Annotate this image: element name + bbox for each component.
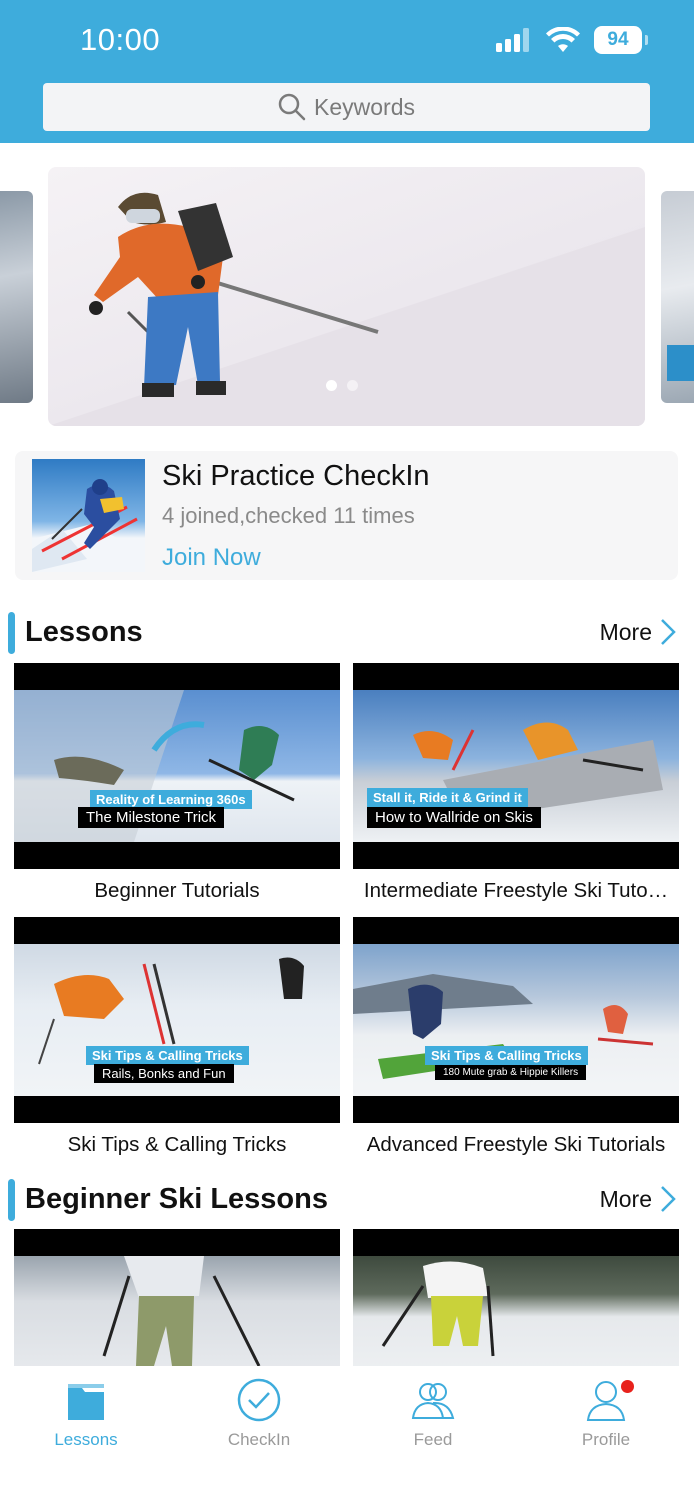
caption-text: The Milestone Trick bbox=[78, 807, 225, 828]
lesson-card[interactable]: Reality of Learning 360s The Milestone T… bbox=[14, 663, 340, 903]
lessons-section-header: Lessons More bbox=[0, 612, 694, 656]
caption-label: Ski Tips & Calling Tricks bbox=[425, 1046, 588, 1065]
lesson-card[interactable]: Ski Tips & Calling Tricks 180 Mute grab … bbox=[353, 917, 679, 1157]
tab-label: CheckIn bbox=[227, 1430, 291, 1449]
caption-label: Stall it, Ride it & Grind it bbox=[367, 788, 528, 807]
wifi-icon bbox=[546, 27, 580, 52]
search-icon bbox=[278, 93, 306, 121]
video-thumbnail[interactable]: Ski Tips & Calling Tricks 180 Mute grab … bbox=[353, 917, 679, 1123]
tab-checkin[interactable]: CheckIn bbox=[194, 1376, 324, 1450]
section-title: Lessons bbox=[25, 616, 143, 648]
search-placeholder: Keywords bbox=[314, 93, 415, 120]
tab-feed[interactable]: Feed bbox=[368, 1376, 498, 1450]
carousel-dot-active[interactable] bbox=[326, 380, 337, 391]
folder-icon bbox=[68, 1384, 104, 1420]
chevron-right-icon bbox=[661, 1186, 676, 1212]
app-header: 10:00 94 Keywords bbox=[0, 0, 694, 143]
lesson-card[interactable]: Ski Tips & Calling Tricks Rails, Bonks a… bbox=[14, 917, 340, 1157]
lesson-title: Intermediate Freestyle Ski Tuto… bbox=[363, 879, 669, 902]
checkin-title: Ski Practice CheckIn bbox=[162, 460, 430, 492]
lesson-title: Advanced Freestyle Ski Tutorials bbox=[366, 1133, 666, 1156]
tab-label: Profile bbox=[581, 1430, 631, 1449]
battery-indicator: 94 bbox=[594, 26, 648, 54]
checkin-thumbnail bbox=[32, 459, 145, 572]
carousel-dot[interactable] bbox=[347, 380, 358, 391]
video-thumbnail[interactable]: Ski Tips & Calling Tricks Rails, Bonks a… bbox=[14, 917, 340, 1123]
check-circle-icon bbox=[237, 1378, 281, 1422]
caption-text: 180 Mute grab & Hippie Killers bbox=[435, 1065, 587, 1080]
section-accent-bar bbox=[8, 1179, 15, 1221]
join-now-link[interactable]: Join Now bbox=[162, 544, 261, 572]
caption-label: Ski Tips & Calling Tricks bbox=[86, 1046, 249, 1065]
lesson-title: Beginner Tutorials bbox=[94, 879, 260, 902]
checkin-card[interactable]: Ski Practice CheckIn 4 joined,checked 11… bbox=[15, 451, 678, 580]
caption-text: How to Wallride on Skis bbox=[367, 807, 541, 828]
carousel-prev-slide[interactable] bbox=[0, 191, 33, 403]
racer-image bbox=[32, 479, 145, 572]
tab-label: Feed bbox=[413, 1430, 453, 1449]
beginner-more-button[interactable]: More bbox=[600, 1185, 676, 1213]
video-thumbnail[interactable]: Stall it, Ride it & Grind it How to Wall… bbox=[353, 663, 679, 869]
tab-profile[interactable]: Profile bbox=[541, 1376, 671, 1450]
more-label: More bbox=[599, 618, 652, 645]
search-bar[interactable]: Keywords bbox=[43, 83, 650, 131]
chevron-right-icon bbox=[661, 619, 676, 645]
beginner-section-header: Beginner Ski Lessons More bbox=[0, 1179, 694, 1223]
status-icons: 94 bbox=[496, 26, 648, 54]
lessons-more-button[interactable]: More bbox=[600, 618, 676, 646]
carousel-next-slide[interactable] bbox=[661, 191, 694, 403]
lesson-title: Ski Tips & Calling Tricks bbox=[67, 1133, 287, 1156]
bottom-tab-bar: Lessons CheckIn Feed Profile bbox=[0, 1366, 694, 1500]
caption-text: Rails, Bonks and Fun bbox=[94, 1064, 234, 1083]
more-label: More bbox=[599, 1185, 652, 1212]
checkin-stats: 4 joined,checked 11 times bbox=[162, 503, 415, 528]
slide-tag bbox=[667, 345, 694, 381]
carousel-pagination bbox=[326, 380, 358, 391]
video-thumbnail[interactable]: Reality of Learning 360s The Milestone T… bbox=[14, 663, 340, 869]
section-accent-bar bbox=[8, 612, 15, 654]
section-title: Beginner Ski Lessons bbox=[25, 1183, 328, 1215]
tab-label: Lessons bbox=[54, 1430, 118, 1449]
tab-lessons[interactable]: Lessons bbox=[21, 1376, 151, 1450]
notification-badge bbox=[621, 1380, 634, 1393]
lesson-card[interactable]: Stall it, Ride it & Grind it How to Wall… bbox=[353, 663, 679, 903]
status-time: 10:00 bbox=[80, 22, 161, 57]
people-icon bbox=[411, 1383, 455, 1419]
cellular-signal-icon bbox=[496, 28, 529, 52]
